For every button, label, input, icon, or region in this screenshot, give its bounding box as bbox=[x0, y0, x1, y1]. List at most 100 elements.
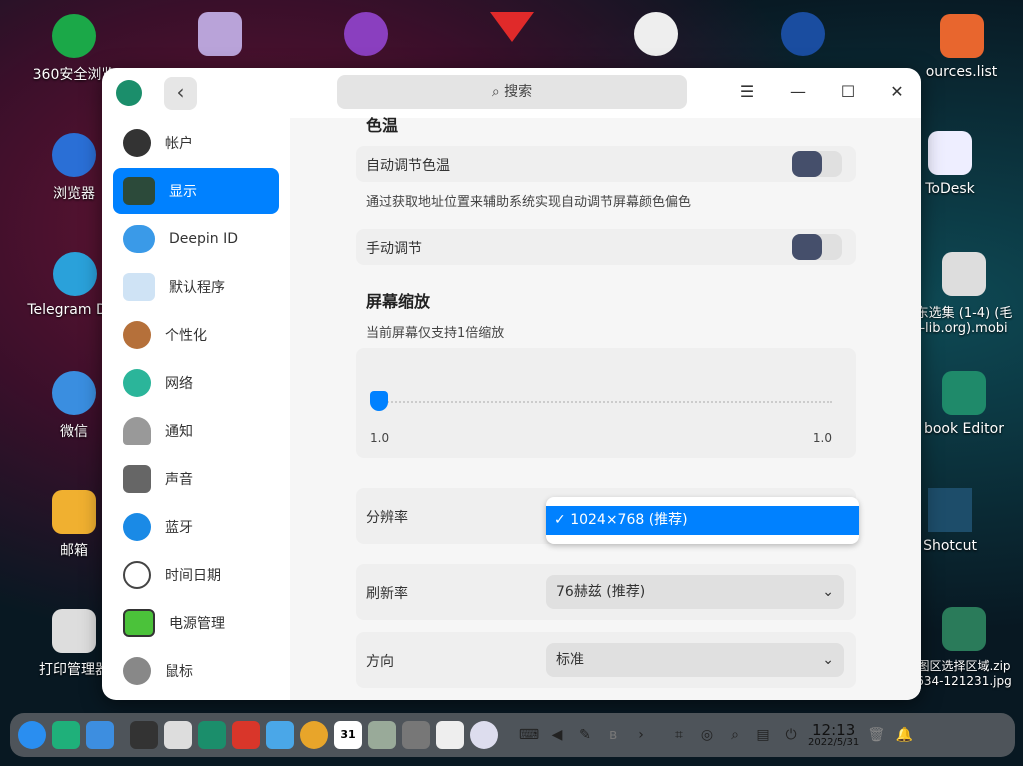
music-icon[interactable] bbox=[470, 721, 498, 749]
archive-icon[interactable] bbox=[368, 721, 396, 749]
refresh-value: 76赫兹 (推荐) bbox=[556, 584, 646, 600]
desktop-label: 图区选择区域.zip 634-121231.jpg bbox=[916, 659, 1012, 688]
sidebar-item-label: 鼠标 bbox=[165, 664, 193, 680]
system-monitor-icon[interactable]: ◎ bbox=[696, 724, 718, 746]
titlebar: ‹ ⌕ 搜索 ☰ — ☐ ✕ bbox=[102, 68, 921, 118]
keyboard-icon[interactable]: ⌨ bbox=[518, 724, 540, 746]
chevron-right-icon[interactable]: › bbox=[630, 724, 652, 746]
scale-slider-handle[interactable] bbox=[370, 391, 388, 411]
desktop-icon-translate[interactable] bbox=[316, 12, 416, 62]
image-viewer-icon[interactable] bbox=[266, 721, 294, 749]
scale-heading: 屏幕缩放 bbox=[366, 292, 431, 311]
sidebar-item-personalization[interactable]: 个性化 bbox=[113, 312, 279, 358]
desktop-label: book Editor bbox=[923, 421, 1004, 437]
desktop-icon-ebook-editor[interactable]: book Editor bbox=[905, 371, 1023, 437]
sidebar-item-network[interactable]: 网络 bbox=[113, 360, 279, 406]
sidebar-item-bluetooth[interactable]: 蓝牙 bbox=[113, 504, 279, 550]
desktop-icon-globe[interactable] bbox=[753, 12, 853, 62]
sidebar-item-notification[interactable]: 通知 bbox=[113, 408, 279, 454]
orientation-value: 标准 bbox=[556, 652, 584, 668]
sidebar-item-label: 显示 bbox=[169, 184, 197, 200]
desktop-icon-disk[interactable] bbox=[170, 12, 270, 62]
calendar-icon[interactable]: 31 bbox=[334, 721, 362, 749]
sidebar-item-label: 个性化 bbox=[165, 328, 207, 344]
clock[interactable]: 12:13 2022/5/31 bbox=[808, 722, 859, 748]
control-center-icon[interactable] bbox=[198, 721, 226, 749]
desktop-icon-zip[interactable]: 图区选择区域.zip 634-121231.jpg bbox=[905, 607, 1023, 688]
resolution-dropdown[interactable]: ✓ 1024×768 (推荐) bbox=[546, 497, 859, 544]
sidebar-item-label: Deepin ID bbox=[169, 231, 239, 247]
sidebar-item-label: 蓝牙 bbox=[165, 520, 193, 536]
sidebar-item-label: 时间日期 bbox=[165, 568, 221, 584]
resolution-label: 分辨率 bbox=[366, 510, 408, 526]
speaker-icon bbox=[123, 465, 151, 493]
scale-desc: 当前屏幕仅支持1倍缩放 bbox=[366, 326, 505, 341]
search-icon: ⌕ bbox=[491, 84, 505, 100]
auto-temp-label: 自动调节色温 bbox=[366, 158, 450, 174]
display-settings: 色温 自动调节色温 通过获取地址位置来辅助系统实现自动调节屏幕颜色偏色 手动调节… bbox=[290, 116, 921, 700]
cloud-icon bbox=[123, 225, 155, 253]
sidebar-item-label: 声音 bbox=[165, 472, 193, 488]
minimize-button[interactable]: — bbox=[786, 80, 810, 104]
sidebar-item-datetime[interactable]: 时间日期 bbox=[113, 552, 279, 598]
onboard-keyboard-icon[interactable]: ▤ bbox=[752, 724, 774, 746]
refresh-combo[interactable]: 76赫兹 (推荐) ⌄ bbox=[546, 575, 844, 609]
desktop-label: 浏览器 bbox=[53, 186, 95, 202]
pen-icon[interactable]: ✎ bbox=[574, 724, 596, 746]
maximize-button[interactable]: ☐ bbox=[836, 80, 860, 104]
terminal-icon[interactable] bbox=[130, 721, 158, 749]
sidebar-item-account[interactable]: 帐户 bbox=[113, 120, 279, 166]
bluetooth-icon bbox=[123, 513, 151, 541]
menu-button[interactable]: ☰ bbox=[735, 80, 759, 104]
workspace-icon[interactable] bbox=[86, 721, 114, 749]
desktop-label: 打印管理器 bbox=[39, 662, 109, 678]
clock-icon bbox=[123, 561, 151, 589]
notification-bell-icon[interactable]: 🔔 bbox=[893, 724, 915, 746]
power-icon[interactable]: ⏻ bbox=[780, 724, 802, 746]
search-icon[interactable]: ⌕ bbox=[724, 724, 746, 746]
manual-toggle[interactable] bbox=[792, 234, 842, 260]
refresh-label: 刷新率 bbox=[366, 586, 408, 602]
battery-icon bbox=[123, 609, 155, 637]
orientation-combo[interactable]: 标准 ⌄ bbox=[546, 643, 844, 677]
sidebar-item-mouse[interactable]: 鼠标 bbox=[113, 648, 279, 694]
bluetooth-tray-icon[interactable]: ʙ bbox=[602, 724, 624, 746]
scale-max-label: 1.0 bbox=[812, 431, 832, 445]
chrome-icon[interactable] bbox=[300, 721, 328, 749]
sidebar-item-deepin-id[interactable]: Deepin ID bbox=[113, 216, 279, 262]
desktop-label: 微信 bbox=[60, 424, 88, 440]
color-temp-heading: 色温 bbox=[366, 116, 399, 135]
close-button[interactable]: ✕ bbox=[885, 80, 909, 104]
resolution-option[interactable]: ✓ 1024×768 (推荐) bbox=[546, 506, 859, 535]
multitask-icon[interactable] bbox=[52, 721, 80, 749]
account-icon bbox=[123, 129, 151, 157]
palette-icon bbox=[123, 321, 151, 349]
scale-slider-card: 1.0 1.0 bbox=[356, 348, 856, 458]
chevron-down-icon: ⌄ bbox=[822, 652, 834, 668]
sidebar-item-sound[interactable]: 声音 bbox=[113, 456, 279, 502]
sidebar-item-label: 通知 bbox=[165, 424, 193, 440]
sidebar-item-display[interactable]: 显示 bbox=[113, 168, 279, 214]
sidebar-item-power[interactable]: 电源管理 bbox=[113, 600, 279, 646]
sidebar: 帐户 显示 Deepin ID 默认程序 个性化 网络 通知 声音 蓝牙 时间日… bbox=[102, 118, 290, 700]
display-icon bbox=[123, 177, 155, 205]
desktop-icon-arrow[interactable] bbox=[462, 12, 562, 48]
back-button[interactable]: ‹ bbox=[164, 77, 197, 110]
auto-temp-toggle[interactable] bbox=[792, 151, 842, 177]
app-store-icon[interactable] bbox=[164, 721, 192, 749]
screenshot-icon[interactable]: ⌗ bbox=[668, 724, 690, 746]
trash-icon[interactable]: 🗑 bbox=[865, 724, 887, 746]
check-icon: ✓ bbox=[554, 512, 571, 528]
refresh-row: 刷新率 76赫兹 (推荐) ⌄ bbox=[356, 564, 856, 620]
volume-icon[interactable]: ◀ bbox=[546, 724, 568, 746]
text-editor-icon[interactable] bbox=[436, 721, 464, 749]
manual-row: 手动调节 bbox=[356, 229, 856, 265]
desktop-icon-cat[interactable] bbox=[606, 12, 706, 62]
desktop-icon-mobi[interactable]: 东选集 (1-4) (毛 -lib.org).mobi bbox=[905, 252, 1023, 336]
calculator-icon[interactable] bbox=[402, 721, 430, 749]
sidebar-item-default-apps[interactable]: 默认程序 bbox=[113, 264, 279, 310]
screen-recorder-icon[interactable] bbox=[232, 721, 260, 749]
launcher-icon[interactable] bbox=[18, 721, 46, 749]
search-input[interactable]: ⌕ 搜索 bbox=[337, 75, 687, 109]
scale-slider-track[interactable] bbox=[380, 401, 832, 403]
